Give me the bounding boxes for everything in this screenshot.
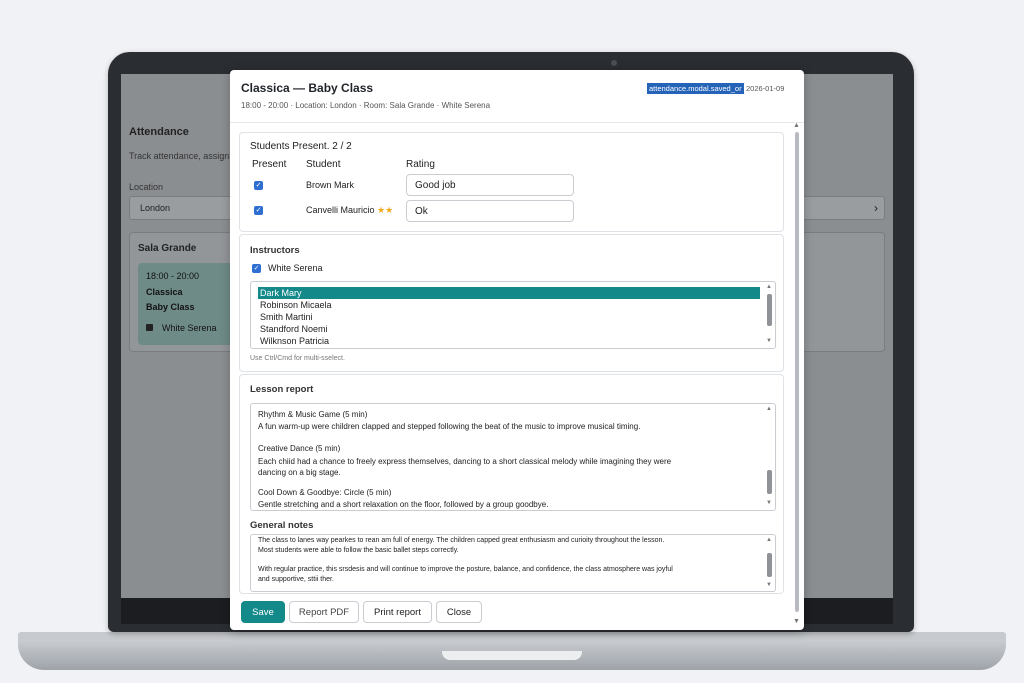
column-header-rating: Rating bbox=[406, 159, 435, 170]
scroll-down-icon[interactable]: ▼ bbox=[793, 618, 800, 625]
laptop-notch bbox=[442, 651, 582, 660]
rating-input[interactable] bbox=[406, 174, 574, 196]
student-name-row: Canvelli Mauricio ★★ bbox=[306, 205, 393, 216]
instructor-option[interactable]: Dark Mary bbox=[258, 287, 760, 299]
student-name: Brown Mark bbox=[306, 180, 355, 190]
saved-date: 2026-01-09 bbox=[746, 84, 785, 93]
page-title: Attendance bbox=[129, 126, 189, 138]
report-pdf-button[interactable]: Report PDF bbox=[289, 601, 359, 623]
instructor-checkbox[interactable]: ✓ bbox=[252, 264, 261, 273]
class-card-checkbox bbox=[146, 324, 153, 331]
lesson-report-line: Rhythm & Music Game (5 min) bbox=[258, 410, 368, 419]
general-notes-line: Most students were able to follow the ba… bbox=[258, 547, 459, 554]
textarea-scrollbar[interactable]: ▲ ▼ bbox=[765, 404, 774, 510]
lesson-report-line: A fun warm-up were children clapped and … bbox=[258, 422, 641, 431]
scroll-down-icon[interactable]: ▼ bbox=[766, 338, 772, 344]
lesson-report-line: Each chiid had a chance to freely expres… bbox=[258, 457, 672, 466]
class-card-time: 18:00 - 20:00 bbox=[146, 271, 200, 281]
instructors-label: Instructors bbox=[250, 245, 300, 256]
scroll-up-icon[interactable]: ▲ bbox=[766, 406, 772, 412]
lesson-report-label: Lesson report bbox=[250, 384, 314, 395]
class-card-subtitle: Baby Class bbox=[146, 302, 195, 312]
instructor-option[interactable]: Smith Martini bbox=[258, 311, 760, 323]
header-divider bbox=[230, 122, 804, 123]
general-notes-label: General notes bbox=[250, 520, 314, 531]
scroll-thumb[interactable] bbox=[767, 470, 772, 494]
textarea-scrollbar[interactable]: ▲ ▼ bbox=[765, 535, 774, 591]
lesson-section: Lesson report Rhythm & Music Game (5 min… bbox=[239, 374, 784, 594]
students-section: Students Present. 2 / 2 Present Student … bbox=[239, 132, 784, 232]
column-header-present: Present bbox=[252, 159, 287, 170]
present-checkbox[interactable]: ✓ bbox=[254, 206, 263, 215]
camera-icon bbox=[611, 60, 617, 66]
scroll-thumb[interactable] bbox=[767, 294, 772, 326]
lesson-report-textarea[interactable]: Rhythm & Music Game (5 min) A fun warm-u… bbox=[250, 403, 776, 511]
present-checkbox[interactable]: ✓ bbox=[254, 181, 263, 190]
room-name: Sala Grande bbox=[138, 243, 197, 254]
instructor-option[interactable]: Standford Noemi bbox=[258, 323, 760, 335]
multiselect-hint: Use Ctrl/Cmd for multi-sselect. bbox=[250, 355, 345, 362]
general-notes-line: The class to lanes way pearkes to rean a… bbox=[258, 537, 665, 544]
lesson-report-line: Creative Dance (5 min) bbox=[258, 444, 341, 453]
saved-status-label: attendance.modal.saved_or bbox=[647, 83, 744, 94]
selected-instructor-name: White Serena bbox=[268, 263, 323, 273]
scroll-thumb[interactable] bbox=[767, 553, 772, 577]
scroll-up-icon[interactable]: ▲ bbox=[766, 284, 772, 290]
chevron-right-icon: › bbox=[874, 201, 878, 215]
modal-subtitle: 18:00 - 20:00 · Location: London · Room:… bbox=[241, 101, 491, 110]
star-rating-icon: ★★ bbox=[377, 205, 394, 215]
scroll-up-icon[interactable]: ▲ bbox=[793, 122, 800, 129]
column-header-student: Student bbox=[306, 159, 341, 170]
students-present-count: Students Present. 2 / 2 bbox=[250, 141, 352, 152]
lesson-report-line: Gentle stretching and a short relaxation… bbox=[258, 500, 549, 509]
general-notes-line: With regular practice, this srsdesis and… bbox=[258, 566, 673, 573]
class-card-instructor: White Serena bbox=[162, 323, 217, 333]
general-notes-line: and supportive, sttii ther. bbox=[258, 576, 334, 583]
close-button[interactable]: Close bbox=[436, 601, 482, 623]
attendance-modal: Classica — Baby Class 18:00 - 20:00 · Lo… bbox=[230, 70, 804, 630]
scroll-down-icon[interactable]: ▼ bbox=[766, 500, 772, 506]
general-notes-textarea[interactable]: The class to lanes way pearkes to rean a… bbox=[250, 534, 776, 592]
save-button[interactable]: Save bbox=[241, 601, 285, 623]
modal-scrollbar[interactable]: ▲ ▼ bbox=[792, 122, 802, 630]
instructors-section: Instructors ✓ White Serena Dark Mary Rob… bbox=[239, 234, 784, 372]
location-value: London bbox=[140, 203, 171, 213]
print-report-button[interactable]: Print report bbox=[363, 601, 432, 623]
instructor-multiselect[interactable]: Dark Mary Robinson Micaela Smith Martini… bbox=[250, 281, 776, 349]
scroll-down-icon[interactable]: ▼ bbox=[766, 582, 772, 588]
instructor-option[interactable]: Wilknson Patricia bbox=[258, 335, 760, 347]
lesson-report-line: dancing on a big stage. bbox=[258, 468, 341, 477]
page-subtitle: Track attendance, assign bbox=[129, 151, 230, 161]
student-name: Canvelli Mauricio bbox=[306, 205, 375, 215]
lesson-report-line: Cool Down & Goodbye: Circle (5 min) bbox=[258, 488, 392, 497]
listbox-scrollbar[interactable]: ▲ ▼ bbox=[765, 282, 774, 348]
instructor-option[interactable]: Robinson Micaela bbox=[258, 299, 760, 311]
class-card-title: Classica bbox=[146, 287, 183, 297]
laptop-base-edge bbox=[18, 632, 1006, 640]
location-label: Location bbox=[129, 182, 164, 192]
rating-input[interactable] bbox=[406, 200, 574, 222]
scroll-up-icon[interactable]: ▲ bbox=[766, 537, 772, 543]
modal-title: Classica — Baby Class bbox=[241, 81, 374, 95]
scroll-thumb[interactable] bbox=[795, 132, 799, 612]
